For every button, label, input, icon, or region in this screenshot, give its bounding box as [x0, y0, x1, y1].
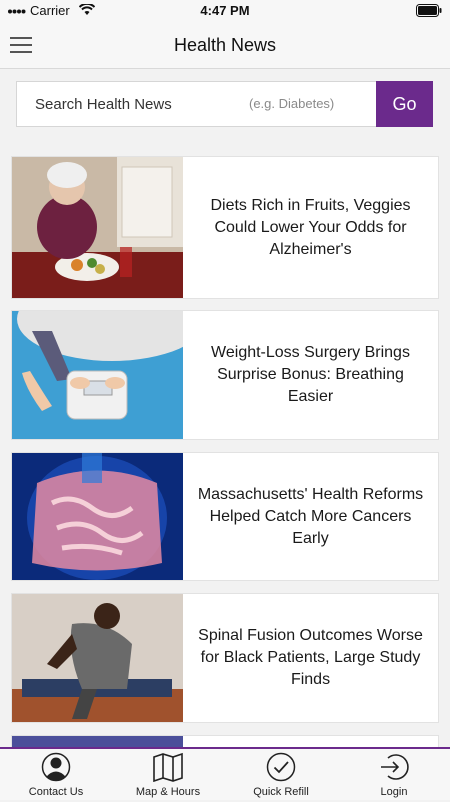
status-time: 4:47 PM [200, 3, 250, 18]
tab-login[interactable]: Login [338, 749, 450, 802]
intestines-xray-icon [12, 453, 183, 580]
tab-bar: Contact Us Map & Hours Quick Refill Logi… [0, 747, 450, 800]
map-icon [153, 752, 183, 782]
tab-quick-refill[interactable]: Quick Refill [225, 749, 337, 802]
article-card[interactable]: Diets Rich in Fruits, Veggies Could Lowe… [11, 156, 439, 299]
elderly-woman-eating-icon [12, 157, 183, 298]
article-card[interactable]: Weight-Loss Surgery Brings Surprise Bonu… [11, 310, 439, 440]
check-circle-icon [266, 752, 296, 782]
article-headline[interactable]: Massachusetts' Health Reforms Helped Cat… [183, 453, 438, 580]
article-headline[interactable]: Spinal Fusion Outcomes Worse for Black P… [183, 594, 438, 722]
tab-label: Contact Us [28, 786, 84, 798]
article-card[interactable]: Massachusetts' Health Reforms Helped Cat… [11, 452, 439, 581]
status-bar: Carrier 4:47 PM [0, 0, 450, 22]
tab-map-hours[interactable]: Map & Hours [112, 749, 224, 802]
bathroom-scale-icon [12, 311, 183, 439]
back-pain-man-icon [12, 594, 183, 722]
go-button[interactable]: Go [376, 81, 433, 127]
page-title: Health News [173, 35, 277, 55]
article-card[interactable]: Spinal Fusion Outcomes Worse for Black P… [11, 593, 439, 723]
nav-bar: Health News [0, 22, 450, 69]
article-headline[interactable]: Diets Rich in Fruits, Veggies Could Lowe… [183, 157, 438, 298]
tab-label: Login [380, 786, 408, 798]
search-label[interactable]: Search Health News [35, 96, 172, 113]
tab-label: Map & Hours [135, 786, 201, 798]
person-icon [41, 752, 71, 782]
article-headline[interactable]: Weight-Loss Surgery Brings Surprise Bonu… [183, 311, 438, 439]
search-bar: Search Health News (e.g. Diabetes) Go [16, 81, 433, 127]
battery-icon [416, 4, 442, 17]
tab-label: Quick Refill [253, 786, 309, 798]
tab-contact-us[interactable]: Contact Us [0, 749, 112, 802]
search-placeholder[interactable]: (e.g. Diabetes) [249, 96, 334, 111]
login-icon [381, 754, 409, 780]
